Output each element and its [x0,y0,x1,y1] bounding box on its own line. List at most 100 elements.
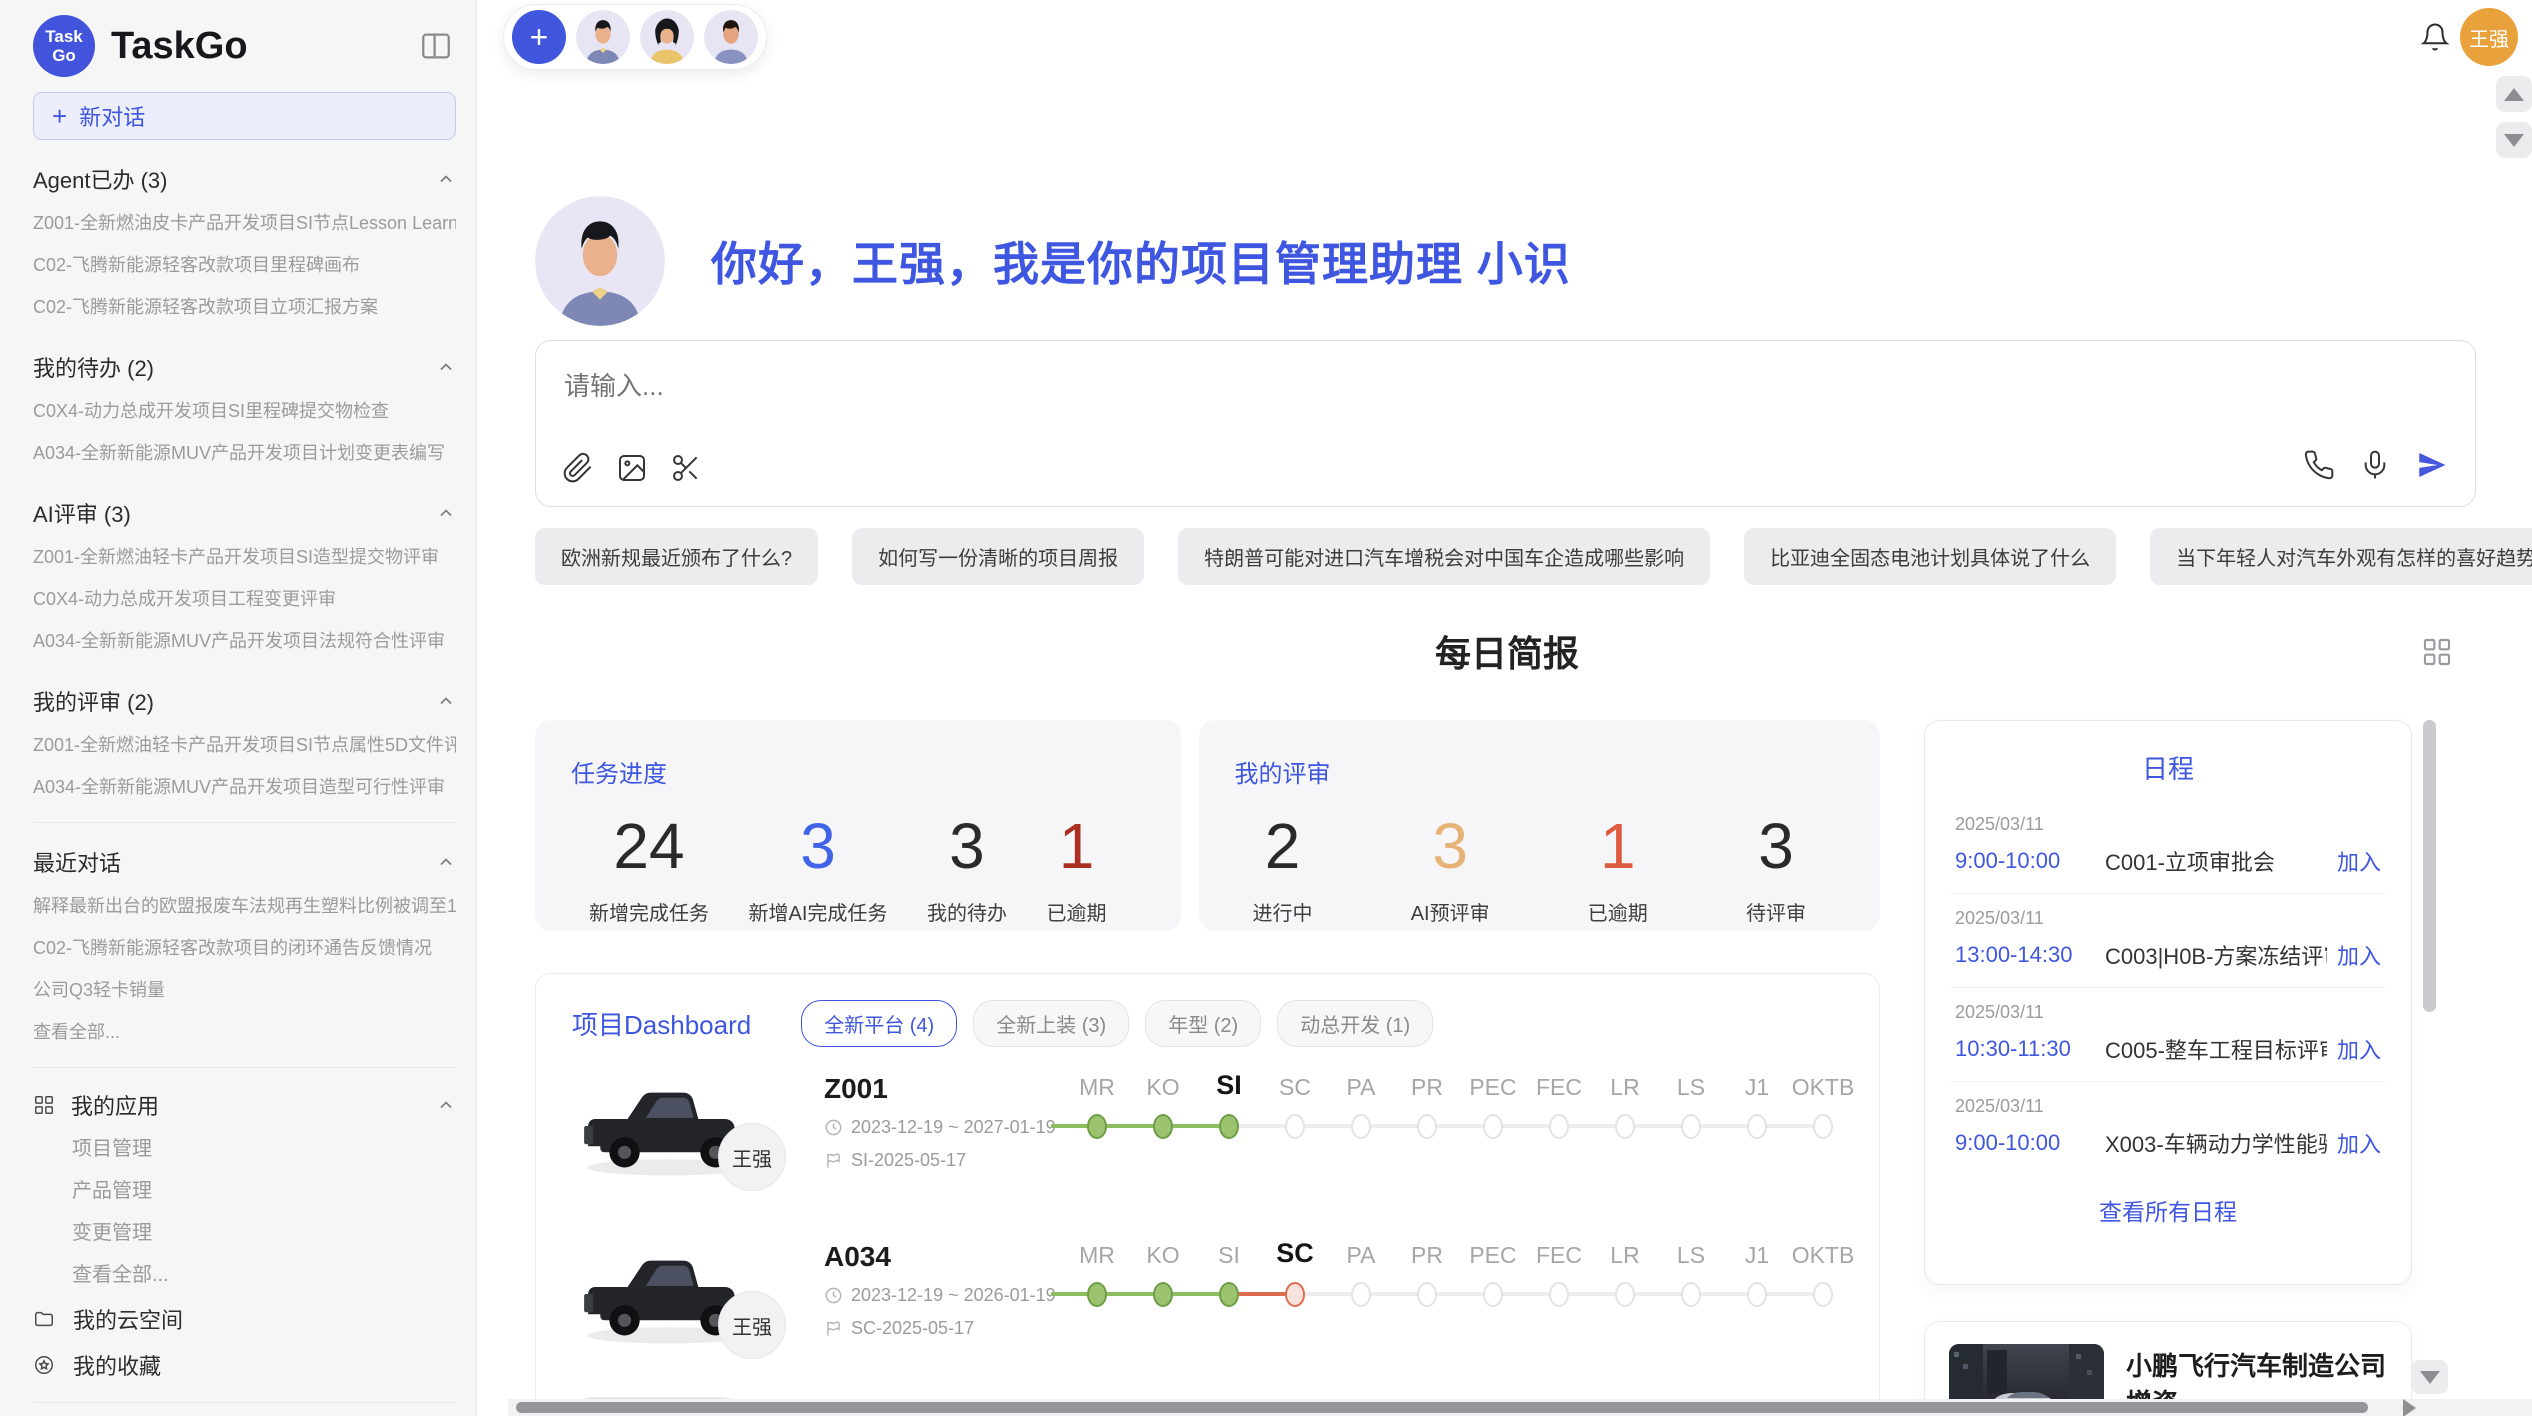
milestone-dot[interactable] [1615,1282,1635,1307]
app-item[interactable]: 查看全部... [33,1254,456,1296]
milestone-dot[interactable] [1747,1114,1767,1139]
milestone-dot[interactable] [1087,1282,1107,1307]
scroll-right-button[interactable] [2394,1399,2424,1416]
vertical-scrollbar-thumb[interactable] [2423,720,2436,1012]
section-header[interactable]: 最近对话 [33,839,456,885]
horizontal-scrollbar-thumb[interactable] [516,1402,2368,1413]
milestone-label: SI [1216,1069,1242,1109]
sidebar-item[interactable]: C02-飞腾新能源轻客改款项目里程碑画布 [33,244,456,286]
milestone-dot[interactable] [1813,1114,1833,1139]
section-header[interactable]: AI评审 (3) [33,490,456,536]
milestone-dot[interactable] [1219,1282,1239,1307]
microphone-button[interactable] [2359,449,2391,481]
event-join-button[interactable]: 加入 [2337,1127,2381,1159]
recent-chat-item[interactable]: 查看全部... [33,1011,456,1053]
milestone-label: LS [1677,1237,1705,1277]
milestone-dot[interactable] [1285,1282,1305,1307]
filter-chip[interactable]: 年型 (2) [1145,1000,1261,1047]
suggestion-chip[interactable]: 特朗普可能对进口汽车增税会对中国车企造成哪些影响 [1178,528,1710,585]
milestone-strip: MRKOSISCPAPRPECFECLRLSJ1OKTB [1064,1235,1856,1389]
recent-chat-item[interactable]: 公司Q3轻卡销量 [33,969,456,1011]
milestone-label: SI [1218,1237,1240,1277]
sidebar-collapse-button[interactable] [416,26,456,66]
snip-button[interactable] [670,452,702,484]
milestone-dot[interactable] [1285,1114,1305,1139]
agent-avatar-3[interactable] [704,10,758,64]
milestone-dot[interactable] [1153,1114,1173,1139]
schedule-event: 2025/03/11 13:00-14:30 C003|H0B-方案冻结评审 加… [1951,894,2385,988]
sidebar-item[interactable]: A034-全新新能源MUV产品开发项目造型可行性评审 [33,766,456,808]
suggestion-chip[interactable]: 欧洲新规最近颁布了什么? [535,528,818,585]
app-item[interactable]: 变更管理 [33,1212,456,1254]
insert-image-button[interactable] [616,452,648,484]
voice-call-button[interactable] [2303,449,2335,481]
project-row[interactable]: 王强 Z001 2023-12-19 ~ 2027-01-19 SI [536,1057,1879,1225]
milestone-dot[interactable] [1351,1114,1371,1139]
milestone-dot[interactable] [1681,1114,1701,1139]
milestone-dot[interactable] [1747,1282,1767,1307]
suggestion-chip[interactable]: 当下年轻人对汽车外观有怎样的喜好趋势 [2150,528,2532,585]
milestone-dot[interactable] [1087,1114,1107,1139]
recent-chat-item[interactable]: C02-飞腾新能源轻客改款项目的闭环通告反馈情况 [33,927,456,969]
stat-label: 进行中 [1253,897,1313,926]
milestone-dot[interactable] [1417,1114,1437,1139]
milestone-dot[interactable] [1615,1114,1635,1139]
milestone-dot[interactable] [1417,1282,1437,1307]
agent-avatar-2[interactable] [640,10,694,64]
chat-input[interactable] [564,371,1464,402]
new-chat-button[interactable]: + 新对话 [33,92,456,140]
project-row[interactable]: 王强 A034 2023-12-19 ~ 2026-01-19 SC [536,1225,1879,1393]
milestone-dot[interactable] [1813,1282,1833,1307]
event-join-button[interactable]: 加入 [2337,845,2381,877]
notification-bell-button[interactable] [2420,22,2450,52]
milestone-dot[interactable] [1483,1282,1503,1307]
milestone-dot[interactable] [1681,1282,1701,1307]
agent-avatar-1[interactable] [576,10,630,64]
scroll-down-float-button[interactable] [2412,1360,2448,1394]
user-avatar[interactable]: 王强 [2460,8,2518,66]
grid-icon [33,1094,55,1116]
milestone-label: FEC [1536,1069,1582,1109]
view-all-schedule-link[interactable]: 查看所有日程 [1951,1175,2385,1245]
event-time: 10:30-11:30 [1955,1036,2105,1062]
sidebar-item[interactable]: Z001-全新燃油皮卡产品开发项目SI节点Lesson Learn报告 [33,202,456,244]
milestone-dot[interactable] [1153,1282,1173,1307]
sidebar-item[interactable]: C0X4-动力总成开发项目SI里程碑提交物检查 [33,390,456,432]
milestone-dot[interactable] [1549,1282,1569,1307]
sidebar-item[interactable]: A034-全新新能源MUV产品开发项目计划变更表编写 [33,432,456,474]
sidebar-item-favorites[interactable]: 我的收藏 [33,1342,456,1388]
sidebar-item[interactable]: C02-飞腾新能源轻客改款项目立项汇报方案 [33,286,456,328]
section-header[interactable]: Agent已办 (3) [33,156,456,202]
milestone-dot[interactable] [1549,1114,1569,1139]
filter-chip[interactable]: 全新平台 (4) [801,1000,957,1047]
suggestion-chip[interactable]: 比亚迪全固态电池计划具体说了什么 [1744,528,2116,585]
milestone-dot[interactable] [1219,1114,1239,1139]
event-join-button[interactable]: 加入 [2337,1033,2381,1065]
sidebar-item[interactable]: C0X4-动力总成开发项目工程变更评审 [33,578,456,620]
send-button[interactable] [2415,448,2449,482]
event-join-button[interactable]: 加入 [2337,939,2381,971]
filter-chip[interactable]: 动总开发 (1) [1277,1000,1433,1047]
briefing-layout-button[interactable] [2421,636,2453,668]
add-agent-button[interactable]: + [512,10,566,64]
sidebar-item[interactable]: Z001-全新燃油轻卡产品开发项目SI造型提交物评审 [33,536,456,578]
sidebar-item[interactable]: A034-全新新能源MUV产品开发项目法规符合性评审 [33,620,456,662]
horizontal-scrollbar-track[interactable] [508,1399,2532,1416]
recent-chat-item[interactable]: 解释最新出台的欧盟报废车法规再生塑料比例被调至15%... [33,885,456,927]
project-info: Z001 2023-12-19 ~ 2027-01-19 SI-2025-05-… [824,1067,1064,1221]
apps-header[interactable]: 我的应用 [33,1082,456,1128]
filter-chip[interactable]: 全新上装 (3) [973,1000,1129,1047]
flag-icon [824,1151,843,1170]
suggestion-chip[interactable]: 如何写一份清晰的项目周报 [852,528,1144,585]
milestone-dot[interactable] [1483,1114,1503,1139]
scroll-down-button[interactable] [2496,122,2532,158]
milestone-dot[interactable] [1351,1282,1371,1307]
section-header[interactable]: 我的评审 (2) [33,678,456,724]
sidebar-item-cloud-space[interactable]: 我的云空间 [33,1296,456,1342]
sidebar-item[interactable]: Z001-全新燃油轻卡产品开发项目SI节点属性5D文件评审 [33,724,456,766]
scroll-up-button[interactable] [2496,76,2532,112]
attach-button[interactable] [562,452,594,484]
app-item[interactable]: 项目管理 [33,1128,456,1170]
app-item[interactable]: 产品管理 [33,1170,456,1212]
section-header[interactable]: 我的待办 (2) [33,344,456,390]
